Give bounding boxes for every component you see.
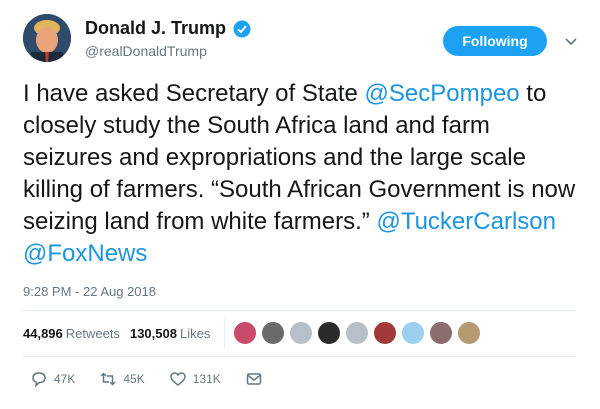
avatar[interactable]: [23, 14, 71, 62]
likes-stat[interactable]: 130,508 Likes: [130, 326, 210, 341]
divider: [23, 310, 576, 311]
reply-button[interactable]: 47K: [30, 370, 75, 388]
liker-avatar[interactable]: [401, 321, 426, 345]
reply-icon: [32, 372, 46, 388]
liker-avatar[interactable]: [317, 321, 342, 345]
liker-avatars: [233, 321, 485, 345]
tweet-actions: 47K 45K 131K: [30, 370, 287, 388]
liker-avatar[interactable]: [289, 321, 314, 345]
like-count: 131K: [192, 372, 221, 386]
retweet-icon: [100, 372, 116, 386]
liker-avatar[interactable]: [261, 321, 286, 345]
envelope-icon: [246, 373, 261, 385]
author-block: Donald J. Trump @realDonaldTrump: [85, 18, 251, 59]
like-button[interactable]: 131K: [169, 370, 221, 388]
tweet-text: I have asked Secretary of State @SecPomp…: [23, 78, 583, 270]
tweet-text-segment: I have asked Secretary of State: [23, 80, 365, 107]
retweets-stat[interactable]: 44,896 Retweets: [23, 326, 120, 341]
tweet-timestamp[interactable]: 9:28 PM - 22 Aug 2018: [23, 284, 156, 299]
retweets-count: 44,896: [23, 325, 63, 341]
reply-count: 47K: [54, 372, 76, 386]
likes-count: 130,508: [129, 325, 177, 341]
handle[interactable]: @realDonaldTrump: [85, 43, 251, 59]
direct-message-button[interactable]: [245, 370, 263, 388]
liker-avatar[interactable]: [233, 321, 258, 345]
liker-avatar[interactable]: [373, 321, 398, 345]
retweets-label: Retweets: [65, 325, 120, 341]
liker-avatar[interactable]: [457, 321, 482, 345]
divider: [23, 356, 576, 357]
mention-link[interactable]: @FoxNews: [23, 240, 147, 267]
retweet-count: 45K: [123, 372, 145, 386]
liker-avatar[interactable]: [345, 321, 370, 345]
mention-link[interactable]: @SecPompeo: [365, 80, 520, 107]
chevron-down-icon[interactable]: [564, 34, 578, 48]
display-name[interactable]: Donald J. Trump: [85, 18, 226, 39]
mention-link[interactable]: @TuckerCarlson: [376, 208, 556, 235]
verified-badge-icon: [233, 20, 251, 38]
following-button[interactable]: Following: [443, 26, 547, 56]
liker-avatar[interactable]: [429, 321, 454, 345]
stats-divider: [224, 318, 226, 348]
heart-icon: [169, 372, 186, 386]
tweet-stats: 44,896 Retweets 130,508 Likes: [23, 318, 485, 348]
likes-label: Likes: [179, 325, 211, 341]
tweet-header: Donald J. Trump @realDonaldTrump Followi…: [23, 12, 583, 66]
retweet-button[interactable]: 45K: [99, 370, 145, 388]
